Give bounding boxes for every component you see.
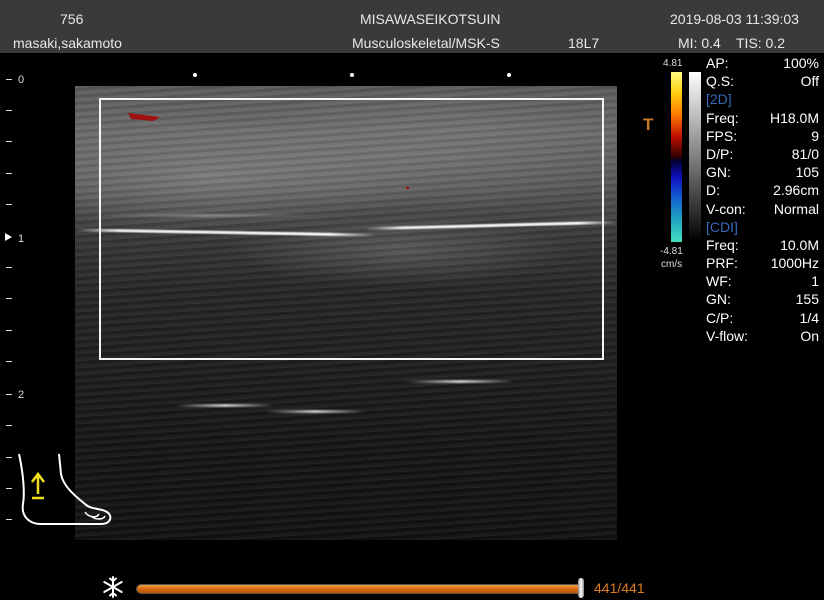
depth-tick: [6, 267, 12, 268]
param-freq-2d: Freq: H18.0M: [706, 109, 819, 126]
exam-preset: Musculoskeletal/MSK-S: [352, 35, 500, 51]
param-wf: WF: 1: [706, 273, 819, 290]
velocity-unit: cm/s: [661, 259, 683, 270]
velocity-min: -4.81: [660, 246, 683, 257]
depth-tick: [6, 330, 12, 331]
depth-tick: [6, 361, 12, 362]
depth-tick: [6, 425, 12, 426]
depth-tick: [6, 519, 12, 520]
depth-tick: [6, 110, 12, 111]
color-roi-box[interactable]: [99, 98, 604, 360]
param-fps: FPS: 9: [706, 127, 819, 144]
cine-progress-bar[interactable]: [136, 584, 582, 594]
depth-label: 2: [18, 389, 25, 401]
param-gn-2d: GN: 105: [706, 164, 819, 181]
color-velocity-bar: [671, 72, 682, 242]
param-qs: Q.S: Off: [706, 73, 819, 90]
cine-progress-fill: [137, 585, 581, 593]
depth-tick: [6, 79, 12, 80]
cine-frame-counter: 441/441: [594, 580, 645, 596]
param-gn-cdi: GN: 155: [706, 291, 819, 308]
depth-tick: [6, 488, 12, 489]
grayscale-bar: [689, 72, 701, 242]
focus-marker: [507, 73, 511, 77]
datetime: 2019-08-03 11:39:03: [670, 11, 799, 27]
echo-line: [405, 380, 515, 383]
param-prf: PRF: 1000Hz: [706, 255, 819, 272]
probe-name: 18L7: [568, 35, 600, 51]
param-cp: C/P: 1/4: [706, 309, 819, 326]
param-dp: D/P: 81/0: [706, 145, 819, 162]
param-freq-cdi: Freq: 10.0M: [706, 236, 819, 253]
echo-line: [175, 404, 275, 407]
param-vflow: V-flow: On: [706, 327, 819, 344]
patient-name: masaki,sakamoto: [13, 35, 122, 51]
snowflake-icon[interactable]: [101, 575, 125, 599]
focus-marker: [350, 73, 354, 77]
section-cdi: [CDI]: [706, 218, 738, 235]
depth-tick: [6, 394, 12, 395]
cine-scrub-handle[interactable]: [578, 578, 584, 598]
focus-depth-arrow-icon: [5, 233, 12, 241]
depth-tick: [6, 298, 12, 299]
depth-tick: [6, 457, 12, 458]
param-vcon: V-con: Normal: [706, 200, 819, 217]
facility-name: MISAWASEIKOTSUIN: [360, 11, 501, 27]
status-header: 756 MISAWASEIKOTSUIN 2019-08-03 11:39:03…: [0, 0, 824, 53]
depth-tick: [6, 204, 12, 205]
depth-tick: [6, 141, 12, 142]
parameter-panel: AP: 100% Q.S: Off [2D] Freq: H18.0M FPS: 9 D…: [705, 54, 819, 345]
param-depth: D: 2.96cm: [706, 182, 819, 199]
velocity-max: 4.81: [663, 58, 683, 69]
tis-value: TIS: 0.2: [736, 35, 786, 51]
orientation-marker: T: [643, 115, 654, 134]
depth-label: 1: [18, 233, 25, 245]
echo-line: [265, 410, 365, 413]
depth-tick: [6, 173, 12, 174]
focus-marker: [193, 73, 197, 77]
foot-body-mark-icon[interactable]: [15, 452, 115, 528]
depth-label: 0: [18, 74, 25, 86]
mi-value: MI: 0.4: [678, 35, 721, 51]
param-ap: AP: 100%: [706, 55, 819, 71]
section-2d: [2D]: [706, 91, 732, 108]
exam-id: 756: [60, 11, 84, 27]
doppler-flow-signal: [406, 187, 409, 189]
